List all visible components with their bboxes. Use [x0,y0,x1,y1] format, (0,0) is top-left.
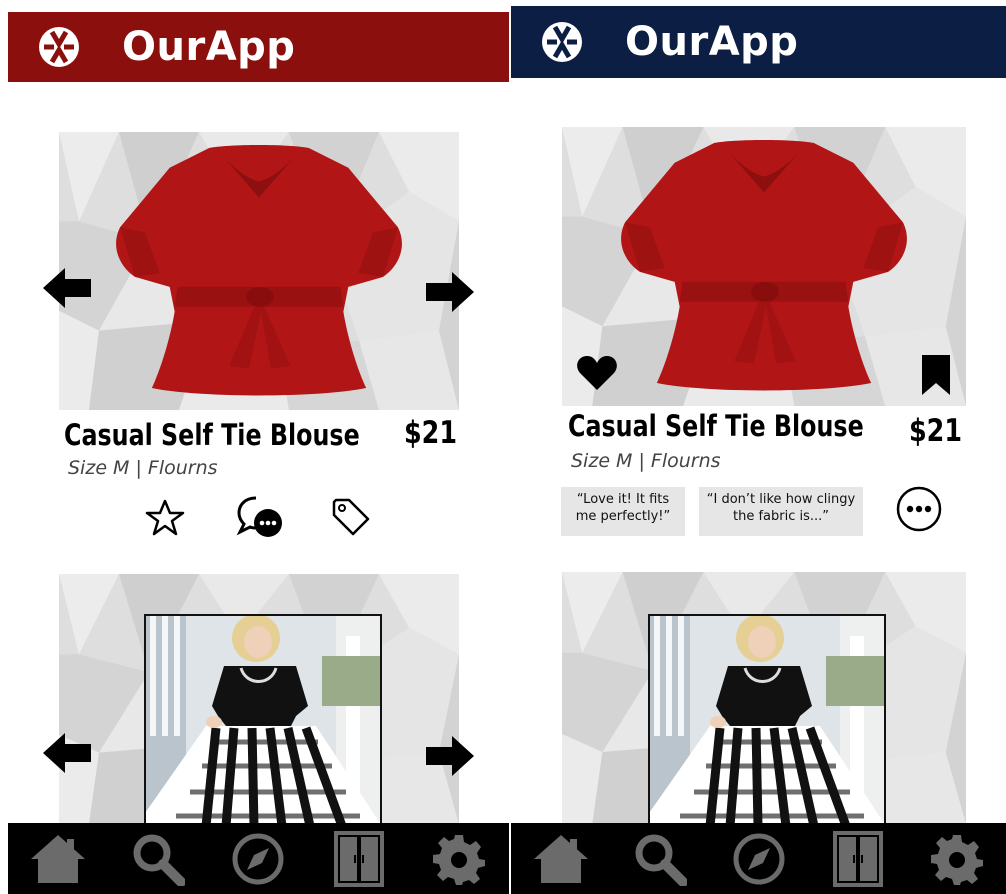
nav-settings[interactable] [429,829,489,889]
compass-icon [232,833,284,884]
product-size-brand: Size M | Flourns [571,450,721,472]
product-size-brand: Size M | Flourns [68,457,218,479]
app-logo-icon [39,27,79,67]
compass-icon [733,833,784,884]
nav-wardrobe[interactable] [828,829,888,889]
bottom-nav [511,823,1006,894]
home-icon [533,834,588,883]
wardrobe-icon [832,830,883,887]
review-snippet[interactable]: “Love it! It fits me perfectly!” [561,487,685,536]
nav-search[interactable] [128,829,188,889]
blouse-image [604,133,924,391]
app-logo-icon [542,22,582,62]
app-header: OurApp [511,6,1006,78]
home-icon [31,834,86,883]
next-arrow-icon[interactable] [426,272,474,312]
more-options-icon[interactable] [896,486,942,532]
heart-icon[interactable] [576,355,618,391]
product-photo[interactable] [59,132,459,410]
product-price: $21 [909,413,963,449]
bottom-nav [8,823,509,894]
nav-search[interactable] [630,829,690,889]
tag-icon[interactable] [331,497,371,537]
bookmark-icon[interactable] [922,355,950,395]
blouse-image [99,138,419,396]
product-price: $21 [404,415,458,451]
comment-icon[interactable] [236,494,284,540]
app-header: OurApp [8,12,509,82]
outfit-photo [144,614,382,826]
next-arrow-icon[interactable] [426,736,474,776]
prev-arrow-icon[interactable] [43,268,91,308]
nav-explore[interactable] [729,829,789,889]
product-photo[interactable] [562,127,966,406]
product-name: Casual Self Tie Blouse [568,409,864,443]
nav-home[interactable] [531,829,591,889]
wardrobe-icon [333,830,384,887]
product-name: Casual Self Tie Blouse [64,418,360,452]
settings-icon [432,834,485,885]
nav-wardrobe[interactable] [329,829,389,889]
nav-explore[interactable] [228,829,288,889]
nav-settings[interactable] [927,829,987,889]
nav-home[interactable] [28,829,88,889]
prev-arrow-icon[interactable] [43,733,91,773]
app-title: OurApp [625,19,799,65]
left-panel: OurApp Casual Self Tie Blouse $21 Size M… [0,0,509,894]
right-panel: OurApp Casual Self Tie Blouse $21 Size M… [509,0,1006,894]
review-snippet[interactable]: “I don’t like how clingy the fabric is..… [699,487,863,536]
star-icon[interactable] [145,499,185,537]
search-icon [635,834,687,886]
app-title: OurApp [122,24,296,70]
outfit-photo [648,614,886,826]
search-icon [133,834,186,886]
settings-icon [930,834,983,885]
